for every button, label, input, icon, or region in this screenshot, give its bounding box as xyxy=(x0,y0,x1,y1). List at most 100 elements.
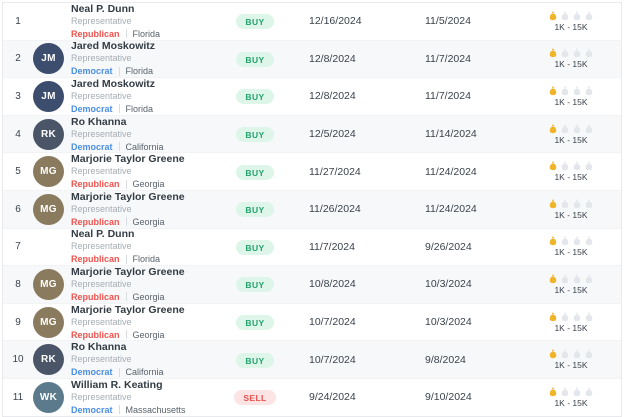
table-row[interactable]: 3 JM Jared Moskowitz Representative Demo… xyxy=(3,78,621,116)
politician-name[interactable]: Ro Khanna xyxy=(71,341,223,353)
money-bag-icon xyxy=(585,161,593,171)
politician-name[interactable]: Neal P. Dunn xyxy=(71,228,223,240)
party-state-divider xyxy=(125,254,127,264)
trade-action-badge: BUY xyxy=(236,315,274,331)
date-column-2: 10/3/2024 xyxy=(425,278,472,291)
row-number: 10 xyxy=(12,354,24,366)
party-state-divider xyxy=(118,367,120,377)
money-bag-icon xyxy=(549,199,557,208)
date-column-2: 11/7/2024 xyxy=(425,90,471,103)
date-column-1: 11/7/2024 xyxy=(309,240,355,253)
party-label: Republican xyxy=(71,254,120,265)
politician-name[interactable]: Marjorie Taylor Greene xyxy=(71,304,223,316)
money-bag-icon xyxy=(585,387,593,396)
politician-role: Representative xyxy=(71,278,132,289)
state-label: Georgia xyxy=(132,216,165,227)
date-column-1: 10/7/2024 xyxy=(309,353,356,366)
party-label: Democrat xyxy=(71,367,113,378)
politician-avatar: WK xyxy=(33,381,64,413)
money-bag-icon xyxy=(549,161,557,171)
row-number: 2 xyxy=(15,53,21,65)
money-bag-icon xyxy=(585,124,593,133)
table-row[interactable]: 6 MG Marjorie Taylor Greene Representati… xyxy=(3,191,621,229)
table-row[interactable]: 9 MG Marjorie Taylor Greene Representati… xyxy=(3,304,621,342)
row-number: 1 xyxy=(15,15,21,27)
date-column-2: 10/3/2024 xyxy=(425,316,472,329)
politician-role: Representative xyxy=(71,90,132,101)
politician-name[interactable]: Marjorie Taylor Greene xyxy=(71,266,223,278)
money-bag-icon xyxy=(573,161,581,171)
trade-action-badge: BUY xyxy=(236,202,274,218)
money-bag-icon xyxy=(585,349,593,359)
politician-name[interactable]: Marjorie Taylor Greene xyxy=(71,191,223,203)
money-bag-icon xyxy=(573,349,581,359)
table-row[interactable]: 8 MG Marjorie Taylor Greene Representati… xyxy=(3,266,621,304)
money-bag-icon xyxy=(561,312,569,321)
party-state-divider xyxy=(125,179,127,189)
date-column-1: 12/5/2024 xyxy=(309,128,356,141)
politician-name[interactable]: Ro Khanna xyxy=(71,116,223,128)
trade-size-bags xyxy=(521,48,621,58)
politician-role: Representative xyxy=(71,354,132,365)
politician-avatar: MG xyxy=(33,193,64,225)
trade-action-badge: BUY xyxy=(236,164,274,180)
money-bag-icon xyxy=(561,274,569,284)
table-row[interactable]: 5 MG Marjorie Taylor Greene Representati… xyxy=(3,153,621,191)
trade-action-badge: BUY xyxy=(236,51,274,67)
politician-avatar: MG xyxy=(33,306,64,338)
date-column-1: 10/7/2024 xyxy=(309,316,356,329)
money-bag-icon xyxy=(561,199,569,208)
politician-role: Representative xyxy=(71,241,132,252)
row-number: 4 xyxy=(15,128,21,140)
money-bag-icon xyxy=(549,124,557,133)
trade-amount-range: 1K - 15K xyxy=(554,397,588,408)
party-state-divider xyxy=(118,104,120,114)
trade-amount-range: 1K - 15K xyxy=(554,172,588,183)
money-bag-icon xyxy=(573,49,581,58)
party-state-divider xyxy=(118,142,120,152)
state-label: Florida xyxy=(125,66,154,77)
politician-role: Representative xyxy=(71,316,132,327)
trade-amount-range: 1K - 15K xyxy=(554,209,588,220)
state-label: Massachusetts xyxy=(125,404,186,415)
table-row[interactable]: 11 WK William R. Keating Representative … xyxy=(3,379,621,416)
row-number: 7 xyxy=(15,241,21,253)
date-column-2: 11/24/2024 xyxy=(425,203,477,216)
party-label: Democrat xyxy=(71,404,113,415)
party-state-divider xyxy=(125,330,127,340)
table-row[interactable]: 10 RK Ro Khanna Representative Democrat … xyxy=(3,341,621,379)
state-label: Florida xyxy=(132,254,161,265)
politician-name[interactable]: Jared Moskowitz xyxy=(71,78,223,90)
money-bag-icon xyxy=(585,237,593,246)
money-bag-icon xyxy=(573,274,581,284)
trade-size-bags xyxy=(521,11,621,21)
politician-name[interactable]: William R. Keating xyxy=(71,379,223,391)
money-bag-icon xyxy=(573,11,581,20)
politician-avatar: RK xyxy=(33,118,64,150)
politician-name[interactable]: Jared Moskowitz xyxy=(71,40,223,52)
politician-avatar: RK xyxy=(33,344,64,376)
table-row[interactable]: 4 RK Ro Khanna Representative Democrat C… xyxy=(3,116,621,154)
trade-action-badge: BUY xyxy=(236,352,274,368)
politician-avatar: MG xyxy=(33,268,64,300)
party-label: Republican xyxy=(71,179,120,190)
date-column-1: 9/24/2024 xyxy=(309,391,356,404)
money-bag-icon xyxy=(549,237,557,246)
trade-size-bags xyxy=(521,349,621,359)
money-bag-icon xyxy=(585,86,593,96)
politician-name[interactable]: Marjorie Taylor Greene xyxy=(71,153,223,165)
table-row[interactable]: 2 JM Jared Moskowitz Representative Demo… xyxy=(3,40,621,79)
state-label: California xyxy=(125,367,164,378)
party-label: Democrat xyxy=(71,103,113,114)
politician-name[interactable]: Neal P. Dunn xyxy=(71,3,223,15)
row-number: 8 xyxy=(15,278,21,290)
table-row[interactable]: 1 Neal P. Dunn Representative Republican… xyxy=(3,3,621,41)
party-label: Republican xyxy=(71,28,120,39)
trade-size-bags xyxy=(521,236,621,246)
trade-amount-range: 1K - 15K xyxy=(554,284,588,295)
politician-avatar: JM xyxy=(33,80,64,112)
money-bag-icon xyxy=(561,237,569,246)
state-label: Florida xyxy=(125,103,154,114)
table-row[interactable]: 7 Neal P. Dunn Representative Republican… xyxy=(3,228,621,267)
row-number: 5 xyxy=(15,166,21,178)
